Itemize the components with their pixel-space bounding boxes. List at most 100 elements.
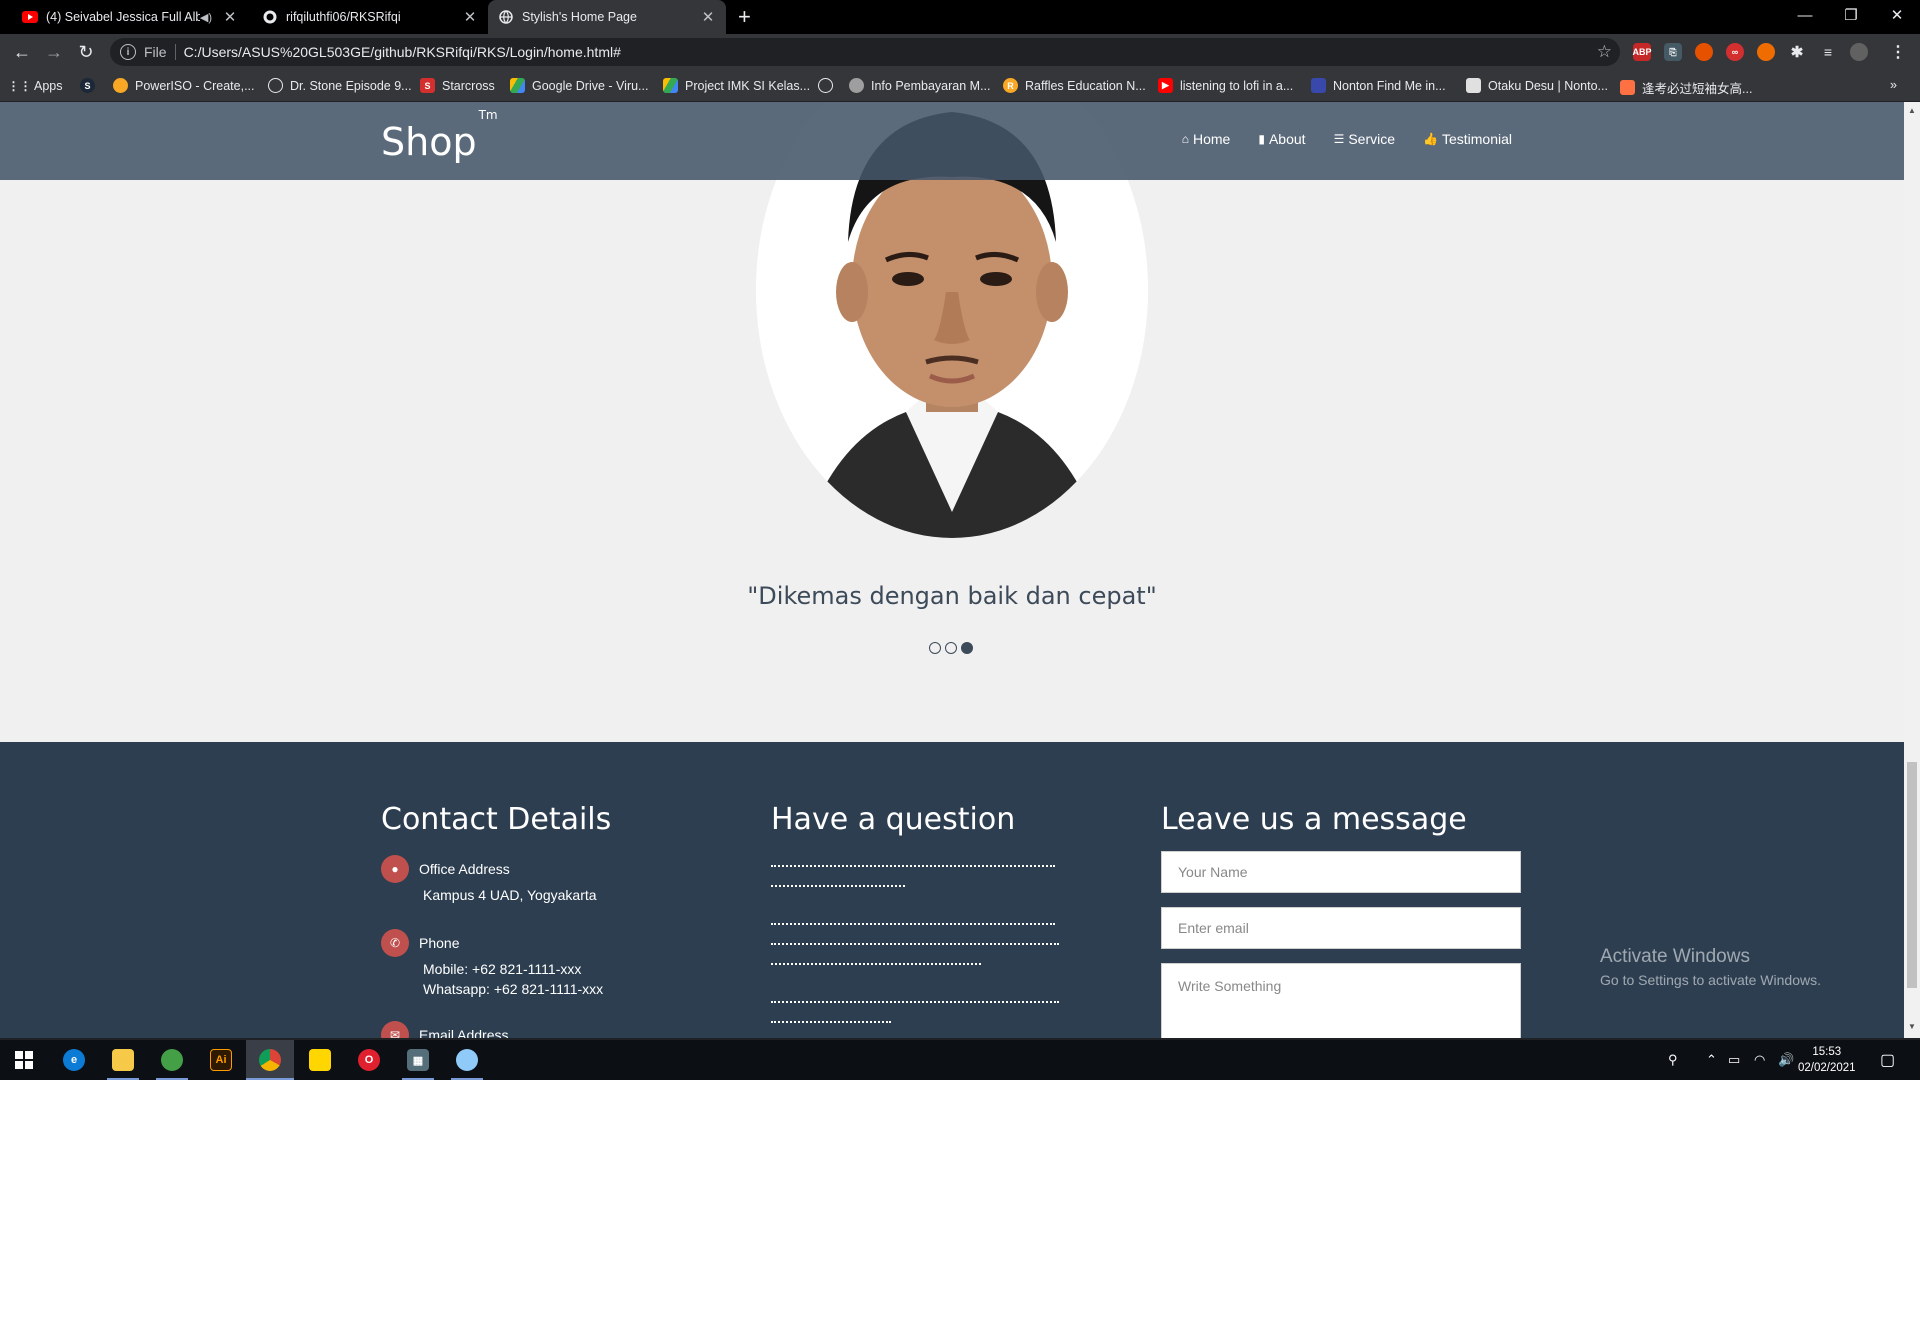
close-window-button[interactable]: ✕	[1874, 0, 1920, 30]
start-button[interactable]	[0, 1040, 48, 1080]
calculator-taskbar-icon[interactable]: ▦	[394, 1040, 442, 1080]
address-bar[interactable]: i File C:/Users/ASUS%20GL503GE/github/RK…	[110, 38, 1620, 66]
app-taskbar-icon[interactable]	[148, 1040, 196, 1080]
extension-icon[interactable]	[1695, 43, 1713, 61]
menu-dots-icon[interactable]: ⋮	[1889, 43, 1907, 61]
bookmark-item[interactable]: Info Pembayaran M...	[849, 78, 991, 93]
edge-taskbar-icon[interactable]: e	[50, 1040, 98, 1080]
nav-testimonial[interactable]: 👍 Testimonial	[1423, 131, 1512, 147]
address-url[interactable]: C:/Users/ASUS%20GL503GE/github/RKSRifqi/…	[184, 44, 621, 60]
bookmark-item[interactable]	[818, 78, 840, 93]
phone-icon: ✆	[381, 929, 409, 957]
bookmark-apps[interactable]: ⋮⋮ Apps	[8, 78, 63, 93]
activate-subtitle: Go to Settings to activate Windows.	[1600, 972, 1821, 988]
tab-github[interactable]: rifqiluthfi06/RKSRifqi ✕	[252, 0, 488, 34]
scrollbar-thumb[interactable]	[1907, 762, 1917, 988]
bookmark-item[interactable]: ▶ listening to lofi in a...	[1158, 78, 1293, 93]
more-bookmarks-icon[interactable]: »	[1890, 78, 1897, 92]
dotted-line	[771, 879, 905, 887]
bookmark-item[interactable]: Google Drive - Viru...	[510, 78, 648, 93]
name-input[interactable]: Your Name	[1161, 851, 1521, 893]
chrome-taskbar-icon[interactable]	[246, 1040, 294, 1080]
bookmark-icon: ▮	[1258, 132, 1265, 146]
tab-title: (4) Seivabel Jessica Full Albu	[46, 10, 200, 24]
nav-home[interactable]: ⌂ Home	[1182, 131, 1231, 147]
close-icon[interactable]: ✕	[222, 8, 238, 26]
map-pin-icon: ●	[381, 855, 409, 883]
bookmark-label: Raffles Education N...	[1025, 78, 1146, 93]
speaker-icon[interactable]: ◀)	[200, 11, 212, 24]
paint-taskbar-icon[interactable]	[443, 1040, 491, 1080]
volume-icon[interactable]: 🔊	[1778, 1040, 1794, 1080]
illustrator-taskbar-icon[interactable]: Ai	[197, 1040, 245, 1080]
email-info: ✉ Email Address	[381, 1021, 741, 1038]
slider-dot[interactable]	[945, 642, 957, 654]
dotted-line	[771, 917, 1055, 925]
bookmark-steam[interactable]: S	[80, 78, 102, 93]
scroll-down-icon[interactable]: ▼	[1908, 1022, 1916, 1031]
close-icon[interactable]: ✕	[462, 8, 478, 26]
info-icon[interactable]: i	[120, 44, 136, 60]
google-drive-icon	[510, 78, 525, 93]
whatsapp-number: Whatsapp: +62 821-1111-xxx	[423, 981, 604, 997]
dotted-line	[771, 1015, 891, 1023]
system-clock[interactable]: 15:53 02/02/2021	[1798, 1044, 1856, 1076]
message-textarea[interactable]: Write Something	[1161, 963, 1521, 1038]
reading-list-icon[interactable]: ≡	[1819, 43, 1837, 61]
address-scheme: File	[144, 44, 176, 60]
adblock-extension-icon[interactable]: ABP	[1633, 43, 1652, 61]
bookmark-star-icon[interactable]: ☆	[1597, 42, 1612, 62]
bookmark-item[interactable]: Otaku Desu | Nonto...	[1466, 78, 1608, 93]
sticky-notes-taskbar-icon[interactable]	[296, 1040, 344, 1080]
puzzle-icon[interactable]: ✱	[1788, 43, 1806, 61]
back-arrow-icon[interactable]: ←	[10, 40, 34, 64]
bookmark-item[interactable]: PowerISO - Create,...	[113, 78, 254, 93]
site-icon	[849, 78, 864, 93]
site-brand[interactable]: ShopTm	[381, 108, 498, 164]
nav-service[interactable]: ☰ Service	[1334, 131, 1395, 147]
bookmark-item[interactable]: Nonton Find Me in...	[1311, 78, 1446, 93]
bookmark-item[interactable]: R Raffles Education N...	[1003, 78, 1146, 93]
restore-button[interactable]: ❐	[1828, 0, 1874, 30]
dotted-line	[771, 957, 981, 965]
nav-label: About	[1268, 131, 1306, 147]
bookmark-label: Project IMK SI Kelas...	[685, 78, 811, 93]
new-tab-button[interactable]: +	[738, 5, 751, 29]
forward-arrow-icon[interactable]: →	[42, 40, 66, 64]
slider-dot-active[interactable]	[961, 642, 973, 654]
bookmark-label: Info Pembayaran M...	[871, 78, 991, 93]
bookmark-item[interactable]: Project IMK SI Kelas...	[663, 78, 810, 93]
scroll-up-icon[interactable]: ▲	[1908, 106, 1916, 115]
extension-icon[interactable]	[1757, 43, 1775, 61]
avatar[interactable]	[1850, 43, 1868, 61]
bookmark-item[interactable]: Dr. Stone Episode 9...	[268, 78, 412, 93]
bookmark-label: listening to lofi in a...	[1180, 78, 1294, 93]
bookmark-label: Dr. Stone Episode 9...	[290, 78, 412, 93]
chevron-up-icon[interactable]: ⌃	[1706, 1040, 1717, 1080]
dotted-line	[771, 937, 1059, 945]
people-icon[interactable]: ⚲	[1668, 1040, 1678, 1080]
minimize-button[interactable]: —	[1782, 0, 1828, 30]
extension-icon[interactable]: ⎘	[1664, 43, 1682, 61]
reload-icon[interactable]: ↻	[74, 40, 98, 64]
bookmark-label: Otaku Desu | Nonto...	[1488, 78, 1608, 93]
tab-youtube[interactable]: (4) Seivabel Jessica Full Albu ◀) ✕	[12, 0, 248, 34]
notifications-icon[interactable]: ▢	[1880, 1040, 1895, 1080]
tab-home-page[interactable]: Stylish's Home Page ✕	[488, 0, 726, 34]
phone-label: Phone	[419, 935, 460, 951]
wifi-icon[interactable]: ◠	[1754, 1040, 1765, 1080]
globe-icon	[818, 78, 833, 93]
nav-about[interactable]: ▮ About	[1258, 131, 1305, 147]
extension-icon[interactable]: ∞	[1726, 43, 1744, 61]
close-icon[interactable]: ✕	[700, 8, 716, 26]
opera-taskbar-icon[interactable]: O	[345, 1040, 393, 1080]
slider-dot[interactable]	[929, 642, 941, 654]
bookmark-item[interactable]: S Starcross	[420, 78, 495, 93]
battery-icon[interactable]: ▭	[1728, 1040, 1740, 1080]
email-input[interactable]: Enter email	[1161, 907, 1521, 949]
file-explorer-taskbar-icon[interactable]	[99, 1040, 147, 1080]
question-text-block	[771, 859, 1061, 1023]
slider-indicators	[929, 642, 973, 654]
bookmark-item[interactable]: 逢考必过短袖女高...	[1620, 78, 1752, 97]
page-scrollbar[interactable]: ▲ ▼	[1904, 102, 1920, 1038]
